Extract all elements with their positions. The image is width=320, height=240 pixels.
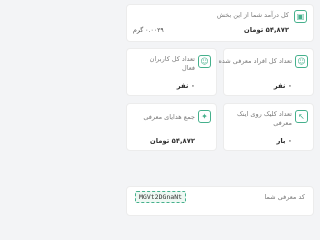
total-gold-value: ۰.۰۰۲۹ گرم (133, 27, 164, 34)
stat-label: تعداد کل کاربران (149, 55, 195, 63)
users-icon: ☺ (295, 55, 308, 68)
stat-card-active-users: ☺ تعداد کل کاربران فعال ۰ نفر (126, 48, 217, 96)
click-icon: ↖ (295, 110, 308, 123)
stat-label: جمع هدایای معرفی (143, 113, 195, 121)
referral-code-card: کد معرفی شما MGVt2DGnaNt (126, 186, 314, 216)
stat-label-2: معرفی (273, 119, 292, 127)
total-income-label: کل درآمد شما از این بخش (216, 11, 289, 19)
stat-label: تعداد کل افراد معرفی شده (218, 57, 292, 65)
stat-value: ۰ بار (276, 137, 292, 145)
referral-code-value[interactable]: MGVt2DGnaNt (135, 191, 187, 203)
wallet-icon: ▣ (294, 10, 307, 23)
stat-card-link-clicks: ↖ تعداد کلیک روی اینک معرفی ۰ بار (223, 103, 314, 151)
total-income-value: ۵۴,۸۷۲ تومان (243, 26, 289, 34)
stat-value: ۵۴,۸۷۲ تومان (149, 137, 195, 145)
total-income-card: ▣ کل درآمد شما از این بخش ۵۴,۸۷۲ تومان ۰… (126, 4, 314, 42)
active-users-icon: ☺ (198, 55, 211, 68)
stat-label-2: فعال (182, 64, 195, 72)
stat-value: ۰ نفر (273, 82, 292, 90)
referral-code-label: کد معرفی شما (264, 193, 305, 201)
stat-card-referral-gifts: ✦ جمع هدایای معرفی ۵۴,۸۷۲ تومان (126, 103, 217, 151)
stat-value: ۰ نفر (176, 82, 195, 90)
gift-icon: ✦ (198, 110, 211, 123)
stat-card-referred-users: ☺ تعداد کل افراد معرفی شده ۰ نفر (218, 48, 314, 96)
stat-label: تعداد کلیک روی اینک (236, 110, 292, 118)
